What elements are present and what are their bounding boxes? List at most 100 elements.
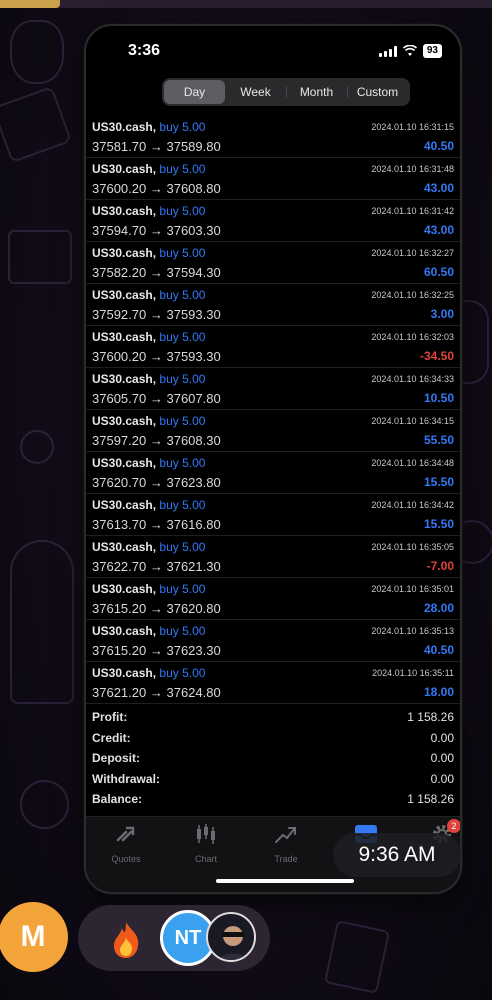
deal-row[interactable]: US30.cash, buy 5.00 37620.70 → 37623.80 20… bbox=[86, 452, 460, 494]
deal-close-price: 37620.80 bbox=[166, 601, 221, 616]
deal-time: 2024.01.10 16:32:03 bbox=[371, 332, 454, 342]
deal-row[interactable]: US30.cash, buy 5.00 37621.20 → 37624.80 20… bbox=[86, 662, 460, 704]
deal-row[interactable]: US30.cash, buy 5.00 37592.70 → 37593.30 20… bbox=[86, 284, 460, 326]
deal-symbol: US30.cash, buy 5.00 bbox=[92, 624, 205, 638]
deal-row[interactable]: US30.cash, buy 5.00 37615.20 → 37620.80 20… bbox=[86, 578, 460, 620]
deal-open-price: 37615.20 bbox=[92, 601, 147, 616]
deal-close-price: 37621.30 bbox=[166, 559, 221, 574]
deal-row[interactable]: US30.cash, buy 5.00 37581.70 → 37589.80 20… bbox=[86, 116, 460, 158]
trade-trend-icon bbox=[275, 827, 296, 843]
deal-symbol-name: US30.cash, bbox=[92, 120, 157, 134]
tab-day[interactable]: Day bbox=[164, 80, 225, 104]
deal-profit: 10.50 bbox=[423, 391, 454, 405]
summary-value: 1 158.26 bbox=[407, 710, 454, 724]
deal-symbol: US30.cash, buy 5.00 bbox=[92, 288, 205, 302]
deal-profit: 60.50 bbox=[423, 265, 454, 279]
deal-list: US30.cash, buy 5.00 37581.70 → 37589.80 20… bbox=[86, 116, 460, 704]
doodle-castle bbox=[323, 920, 391, 994]
deal-type: buy 5.00 bbox=[159, 246, 206, 260]
top-strip bbox=[0, 0, 492, 8]
deal-row[interactable]: US30.cash, buy 5.00 37600.20 → 37608.80 20… bbox=[86, 158, 460, 200]
arrow-icon: → bbox=[149, 643, 163, 658]
deal-row[interactable]: US30.cash, buy 5.00 37582.20 → 37594.30 20… bbox=[86, 242, 460, 284]
tab-chart[interactable]: Chart bbox=[176, 823, 236, 864]
signal-icon bbox=[378, 45, 397, 57]
deal-profit: -7.00 bbox=[426, 559, 454, 573]
deal-open-price: 37605.70 bbox=[92, 391, 147, 406]
deal-symbol: US30.cash, buy 5.00 bbox=[92, 246, 205, 260]
avatar-photo[interactable] bbox=[206, 912, 256, 962]
tab-week[interactable]: Week bbox=[225, 80, 286, 104]
deal-close-price: 37608.30 bbox=[166, 433, 221, 448]
deal-time: 2024.01.10 16:34:33 bbox=[371, 374, 454, 384]
deal-row[interactable]: US30.cash, buy 5.00 37622.70 → 37621.30 20… bbox=[86, 536, 460, 578]
deal-open-price: 37622.70 bbox=[92, 559, 147, 574]
deal-symbol: US30.cash, buy 5.00 bbox=[92, 330, 205, 344]
arrow-icon: → bbox=[149, 559, 163, 574]
deal-open-price: 37620.70 bbox=[92, 475, 147, 490]
deal-open-price: 37582.20 bbox=[92, 265, 147, 280]
deal-profit: 55.50 bbox=[423, 433, 454, 447]
deal-open-price: 37594.70 bbox=[92, 223, 147, 238]
avatar-m[interactable]: M bbox=[0, 902, 68, 972]
deal-close-price: 37593.30 bbox=[166, 349, 221, 364]
deal-prices: 37620.70 → 37623.80 bbox=[92, 475, 221, 490]
fire-emoji-icon[interactable] bbox=[108, 920, 144, 960]
top-chip bbox=[0, 0, 60, 8]
summary-value: 0.00 bbox=[430, 730, 454, 745]
arrow-icon: → bbox=[149, 475, 163, 490]
deal-open-price: 37597.20 bbox=[92, 433, 147, 448]
summary-row-profit: Profit: 1 158.26 bbox=[86, 708, 460, 729]
deal-symbol: US30.cash, buy 5.00 bbox=[92, 666, 205, 680]
tab-custom[interactable]: Custom bbox=[347, 80, 408, 104]
tab-month[interactable]: Month bbox=[286, 80, 347, 104]
arrow-icon: → bbox=[149, 685, 163, 700]
deal-profit: 40.50 bbox=[423, 139, 454, 153]
summary-value: 0.00 bbox=[430, 751, 454, 765]
deal-close-price: 37624.80 bbox=[166, 685, 221, 700]
deal-close-price: 37607.80 bbox=[166, 391, 221, 406]
doodle-star bbox=[20, 780, 69, 829]
deal-symbol: US30.cash, buy 5.00 bbox=[92, 414, 205, 428]
arrow-icon: → bbox=[149, 265, 163, 280]
doodle-ghost bbox=[10, 20, 64, 84]
deal-row[interactable]: US30.cash, buy 5.00 37597.20 → 37608.30 20… bbox=[86, 410, 460, 452]
deal-profit: 3.00 bbox=[430, 307, 454, 321]
summary-value: 0.00 bbox=[430, 771, 454, 786]
arrow-icon: → bbox=[149, 307, 163, 322]
deal-symbol: US30.cash, buy 5.00 bbox=[92, 540, 205, 554]
summary-label: Balance: bbox=[92, 792, 143, 806]
floating-clock: 9:36 AM bbox=[333, 833, 461, 877]
status-bar: 3:36 93 bbox=[86, 26, 460, 76]
deal-open-price: 37600.20 bbox=[92, 349, 147, 364]
deal-profit: 18.00 bbox=[423, 685, 454, 699]
wifi-icon bbox=[402, 45, 417, 56]
deal-close-price: 37623.80 bbox=[166, 475, 221, 490]
deal-time: 2024.01.10 16:34:42 bbox=[371, 500, 454, 510]
deal-row[interactable]: US30.cash, buy 5.00 37605.70 → 37607.80 20… bbox=[86, 368, 460, 410]
deal-time: 2024.01.10 16:31:48 bbox=[371, 164, 454, 174]
deal-row[interactable]: US30.cash, buy 5.00 37594.70 → 37603.30 20… bbox=[86, 200, 460, 242]
summary-label: Deposit: bbox=[92, 751, 140, 765]
deal-time: 2024.01.10 16:32:27 bbox=[371, 248, 454, 258]
deal-symbol: US30.cash, buy 5.00 bbox=[92, 162, 205, 176]
tab-quotes[interactable]: Quotes bbox=[96, 823, 156, 864]
deal-prices: 37597.20 → 37608.30 bbox=[92, 433, 221, 448]
summary-row-withdrawal: Withdrawal: 0.00 bbox=[86, 770, 460, 791]
deal-close-price: 37589.80 bbox=[166, 139, 221, 154]
arrow-icon: → bbox=[149, 433, 163, 448]
deal-row[interactable]: US30.cash, buy 5.00 37600.20 → 37593.30 20… bbox=[86, 326, 460, 368]
arrow-icon: → bbox=[149, 223, 163, 238]
deal-symbol: US30.cash, buy 5.00 bbox=[92, 204, 205, 218]
deal-type: buy 5.00 bbox=[159, 330, 206, 344]
deal-prices: 37592.70 → 37593.30 bbox=[92, 307, 221, 322]
deal-type: buy 5.00 bbox=[159, 204, 206, 218]
arrow-icon: → bbox=[149, 139, 163, 154]
tab-trade[interactable]: Trade bbox=[256, 823, 316, 864]
deal-prices: 37600.20 → 37608.80 bbox=[92, 181, 221, 196]
deal-type: buy 5.00 bbox=[159, 498, 206, 512]
deal-row[interactable]: US30.cash, buy 5.00 37613.70 → 37616.80 20… bbox=[86, 494, 460, 536]
deal-row[interactable]: US30.cash, buy 5.00 37615.20 → 37623.30 20… bbox=[86, 620, 460, 662]
deal-symbol-name: US30.cash, bbox=[92, 288, 157, 302]
deal-close-price: 37594.30 bbox=[166, 265, 221, 280]
